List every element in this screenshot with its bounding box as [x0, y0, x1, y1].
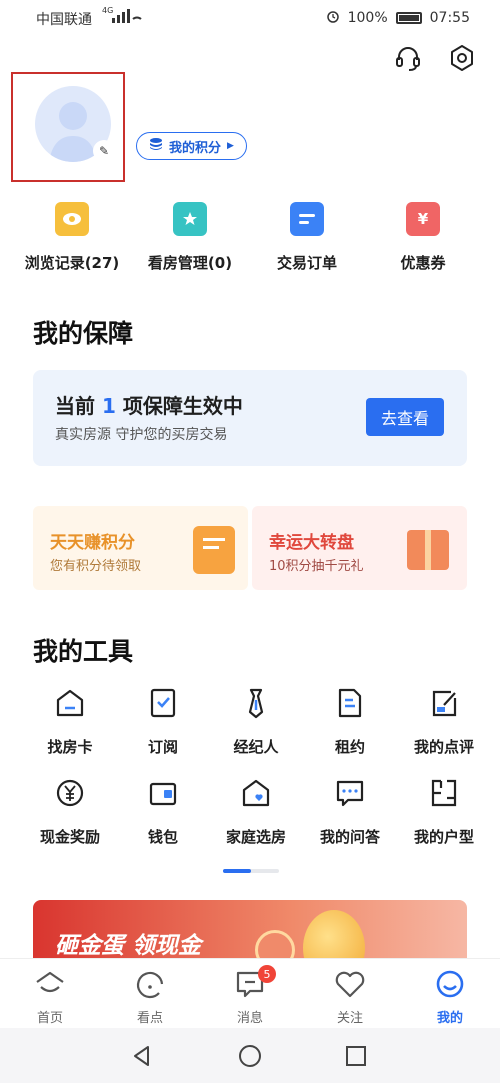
status-bar: 中国联通 4G 100% 07:55 [0, 0, 500, 36]
alarm-icon [326, 9, 340, 27]
chat-bubble-icon [333, 776, 367, 810]
tab-messages[interactable]: 5 消息 [200, 965, 300, 1026]
lucky-wheel-title: 幸运大转盘 [269, 533, 354, 553]
tool-my-qa[interactable]: 我的问答 [300, 776, 400, 847]
family-house-icon [239, 776, 273, 810]
tool-subscribe[interactable]: 订阅 [113, 686, 213, 757]
tab-label: 看点 [136, 1011, 163, 1026]
earn-points-card[interactable]: 天天赚积分 您有积分待领取 [33, 506, 248, 590]
tab-label: 关注 [336, 1011, 363, 1026]
tool-label: 找房卡 [47, 738, 93, 756]
tool-label: 经纪人 [233, 738, 279, 756]
back-icon[interactable] [130, 1044, 154, 1072]
guarantee-status-suffix: 项保障生效中 [122, 394, 243, 418]
tool-label: 我的问答 [319, 828, 380, 846]
signal-icon [112, 9, 142, 27]
home-icon [33, 967, 67, 1001]
tab-discover[interactable]: 看点 [100, 967, 200, 1026]
lucky-wheel-subtitle: 10积分抽千元礼 [269, 559, 364, 574]
guarantee-count: 1 [101, 394, 116, 418]
document-coin-icon [193, 526, 235, 574]
battery-icon [395, 12, 422, 24]
gear-icon [448, 44, 476, 76]
edit-review-icon [427, 686, 461, 720]
recents-square-icon[interactable] [344, 1044, 368, 1072]
coupon-icon: ¥ [406, 202, 440, 236]
quick-link-label: 优惠券 [400, 254, 446, 272]
carrier-label: 中国联通 [36, 12, 92, 28]
tool-cash-reward[interactable]: 现金奖励 [20, 776, 120, 847]
tab-label: 我的 [436, 1011, 463, 1026]
tool-label: 订阅 [147, 738, 178, 756]
tab-follow[interactable]: 关注 [300, 967, 400, 1026]
guarantee-status-prefix: 当前 [55, 394, 95, 418]
tool-label: 租约 [334, 738, 365, 756]
unread-badge: 5 [258, 965, 276, 983]
support-button[interactable] [392, 44, 424, 76]
heart-icon [333, 967, 367, 1001]
quick-link-history[interactable]: 浏览记录(27) [17, 202, 127, 273]
headset-icon [394, 44, 422, 76]
subscribe-icon [146, 686, 180, 720]
tool-family-select[interactable]: 家庭选房 [206, 776, 306, 847]
tool-my-reviews[interactable]: 我的点评 [394, 686, 494, 757]
tab-label: 消息 [236, 1011, 263, 1026]
bottom-tab-bar: 首页 看点 5 消息 关注 我的 [0, 958, 500, 1028]
battery-percent: 100% [347, 10, 388, 26]
discover-icon [133, 967, 167, 1001]
home-circle-icon[interactable] [238, 1044, 262, 1072]
quick-link-label: 浏览记录(27) [24, 254, 120, 272]
earn-points-title: 天天赚积分 [50, 533, 135, 553]
triangle-right-icon: ▶ [227, 141, 234, 151]
quick-link-orders[interactable]: 交易订单 [252, 202, 362, 273]
tool-agent[interactable]: 经纪人 [206, 686, 306, 757]
quick-link-label: 交易订单 [276, 254, 337, 272]
tab-mine[interactable]: 我的 [400, 967, 500, 1026]
quick-link-viewing[interactable]: 看房管理(0) [135, 202, 245, 273]
earn-points-subtitle: 您有积分待领取 [50, 559, 142, 574]
clock: 07:55 [429, 10, 470, 26]
tool-label: 现金奖励 [39, 828, 100, 846]
system-nav-bar [0, 1028, 500, 1083]
floorplan-icon [427, 776, 461, 810]
tools-page-indicator [223, 869, 279, 873]
quick-link-label: 看房管理(0) [147, 254, 233, 272]
tie-icon [239, 686, 273, 720]
guarantee-section-title: 我的保障 [33, 319, 134, 348]
eye-icon [55, 202, 89, 236]
tab-label: 首页 [36, 1011, 63, 1026]
lease-document-icon [333, 686, 367, 720]
tool-wallet[interactable]: 钱包 [113, 776, 213, 847]
settings-button[interactable] [446, 44, 478, 76]
guarantee-subtitle: 真实房源 守护您的买房交易 [55, 427, 228, 443]
star-folder-icon [173, 202, 207, 236]
tools-section-title: 我的工具 [33, 637, 134, 666]
quick-link-coupons[interactable]: ¥ 优惠券 [368, 202, 478, 273]
tool-label: 家庭选房 [225, 828, 286, 846]
edit-avatar-icon[interactable]: ✎ [93, 140, 115, 162]
my-points-label: 我的积分 [169, 140, 222, 156]
wallet-icon [146, 776, 180, 810]
tool-label: 钱包 [147, 828, 178, 846]
view-guarantee-button[interactable]: 去查看 [366, 398, 444, 436]
guarantee-card[interactable]: 当前 1 项保障生效中 真实房源 守护您的买房交易 去查看 [33, 370, 467, 466]
coins-icon [149, 137, 163, 155]
banner-title: 砸金蛋 领现金 [55, 933, 202, 959]
gift-box-icon [407, 530, 449, 570]
tool-house-card[interactable]: 找房卡 [20, 686, 120, 757]
avatar-highlight[interactable]: ✎ [11, 72, 125, 182]
guarantee-status: 当前 1 项保障生效中 [55, 390, 243, 419]
tool-lease[interactable]: 租约 [300, 686, 400, 757]
lucky-wheel-card[interactable]: 幸运大转盘 10积分抽千元礼 [252, 506, 467, 590]
house-card-icon [53, 686, 87, 720]
tool-label: 我的户型 [413, 828, 474, 846]
yen-coin-icon [53, 776, 87, 810]
tab-home[interactable]: 首页 [0, 967, 100, 1026]
order-icon [290, 202, 324, 236]
my-points-button[interactable]: 我的积分 ▶ [136, 132, 247, 160]
tool-my-floorplan[interactable]: 我的户型 [394, 776, 494, 847]
tool-label: 我的点评 [413, 738, 474, 756]
smile-icon [433, 967, 467, 1001]
